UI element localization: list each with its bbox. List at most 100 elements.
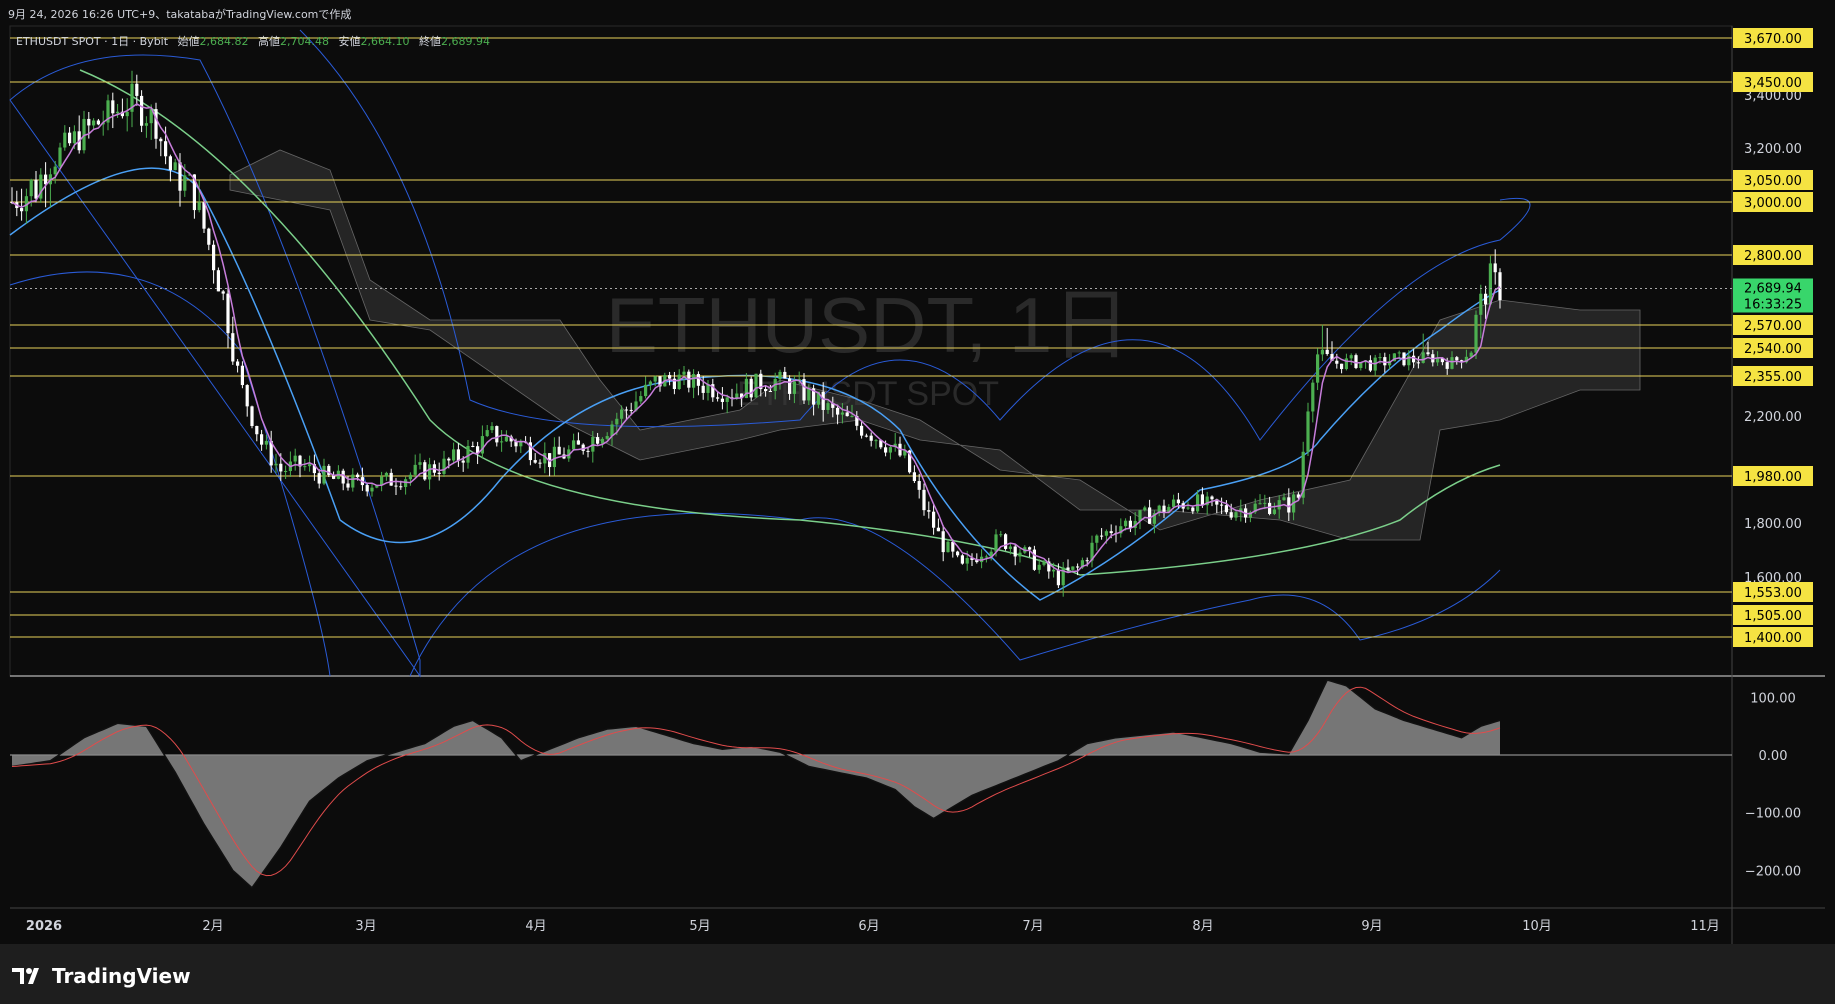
ohlc-low-value: 2,664.10	[361, 35, 410, 48]
candle-body	[240, 365, 244, 386]
level-label: 2,800.00	[1744, 249, 1802, 264]
candle-body	[1484, 293, 1488, 305]
level-label: 1,980.00	[1744, 470, 1802, 485]
candle-body	[116, 111, 120, 114]
candle-body	[572, 440, 576, 450]
macd-tick-label: 100.00	[1750, 691, 1796, 706]
candle-body	[792, 381, 796, 394]
level-label: 2,540.00	[1744, 342, 1802, 357]
price-tick-label: 2,200.00	[1744, 410, 1802, 425]
candle-body	[1200, 494, 1204, 506]
candle-body	[29, 179, 33, 197]
candle-body	[936, 527, 940, 532]
candle-body	[226, 293, 230, 334]
candle-body	[533, 460, 537, 463]
price-tick-label: 3,200.00	[1744, 142, 1802, 157]
candle-body	[408, 474, 412, 480]
candle-body	[274, 463, 278, 466]
candle-body	[34, 179, 38, 199]
macd-tick-label: −100.00	[1745, 807, 1801, 822]
candle-body	[178, 162, 182, 191]
candle-body	[1100, 535, 1104, 537]
candle-body	[1455, 357, 1459, 361]
candle-body	[768, 390, 772, 392]
candle-body	[456, 449, 460, 461]
candle-body	[1220, 504, 1224, 506]
price-tick-label: 1,800.00	[1744, 517, 1802, 532]
symbol-line: ETHUSDT SPOT · 1日 · Bybit	[16, 35, 169, 48]
candle-body	[826, 403, 830, 410]
candle-body	[452, 449, 456, 461]
candle-body	[956, 551, 960, 556]
level-label: 3,670.00	[1744, 32, 1802, 47]
candle-body	[111, 100, 115, 114]
candle-body	[648, 381, 652, 385]
candle-body	[917, 481, 921, 490]
candle-body	[1191, 507, 1195, 512]
candle-body	[576, 440, 580, 445]
tradingview-logo[interactable]: TradingView	[12, 964, 191, 988]
candle-body	[1056, 569, 1060, 586]
candle-body	[764, 389, 768, 391]
candle-body	[1143, 507, 1147, 511]
candle-body	[1282, 497, 1286, 501]
candle-body	[471, 445, 475, 447]
candle-body	[154, 109, 158, 139]
candle-body	[437, 472, 441, 474]
candle-body	[1008, 546, 1012, 549]
candle-body	[125, 111, 129, 117]
level-label: 1,505.00	[1744, 609, 1802, 624]
candle-body	[696, 374, 700, 386]
candle-body	[92, 120, 96, 126]
candle-body	[716, 397, 720, 399]
candle-body	[1306, 411, 1310, 452]
candle-body	[1085, 560, 1089, 562]
price-chart[interactable]: ETHUSDT, 1日 ETHUSDT SPOT 3,400.003,200.0…	[0, 0, 1835, 944]
candle-body	[346, 483, 350, 488]
candle-body	[860, 425, 864, 436]
candle-body	[927, 510, 931, 512]
candle-body	[1378, 357, 1382, 359]
candle-body	[912, 472, 916, 482]
candle-body	[1186, 507, 1190, 509]
time-axis-label: 5月	[689, 919, 710, 934]
candle-body	[284, 471, 288, 473]
candle-body	[1397, 352, 1401, 354]
candle-body	[351, 474, 355, 488]
current-price: 2,689.94	[1744, 281, 1802, 296]
time-axis-label: 7月	[1022, 919, 1043, 934]
candle-body	[1210, 496, 1214, 500]
candle-body	[250, 406, 254, 427]
candle-body	[356, 474, 360, 478]
candle-body	[639, 396, 643, 402]
candle-body	[596, 437, 600, 444]
level-label: 3,000.00	[1744, 196, 1802, 211]
candle-body	[308, 464, 312, 467]
level-label: 1,400.00	[1744, 631, 1802, 646]
candle-body	[413, 464, 417, 475]
candle-body	[840, 412, 844, 415]
candle-body	[140, 95, 144, 126]
footer-bar: TradingView	[0, 944, 1835, 1004]
bar-countdown: 16:33:25	[1744, 297, 1802, 312]
candle-body	[725, 397, 729, 402]
candle-body	[941, 531, 945, 553]
candle-body	[788, 378, 792, 394]
candle-body	[1095, 535, 1099, 543]
candle-body	[303, 466, 307, 468]
candle-body	[485, 430, 489, 437]
time-axis-label: 8月	[1192, 919, 1213, 934]
candle-body	[1229, 512, 1233, 518]
candle-body	[1052, 569, 1056, 572]
candle-body	[1349, 355, 1353, 359]
candle-body	[404, 479, 408, 488]
macd-tick-label: 0.00	[1759, 749, 1788, 764]
candle-body	[1076, 566, 1080, 568]
candle-body	[1018, 552, 1022, 557]
candle-body	[418, 462, 422, 465]
time-axis-label: 3月	[355, 919, 376, 934]
time-axis-label: 11月	[1690, 919, 1720, 934]
candle-body	[1234, 512, 1238, 518]
candle-body	[1032, 549, 1036, 570]
candle-body	[629, 409, 633, 411]
